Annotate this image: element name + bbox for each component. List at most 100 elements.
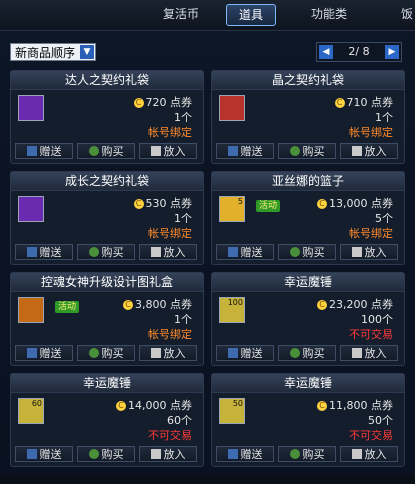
cart-icon xyxy=(150,247,161,257)
item-title: 亚丝娜的篮子 xyxy=(212,172,404,191)
event-badge: 活动 xyxy=(256,200,280,212)
gift-button[interactable]: 赠送 xyxy=(15,244,73,260)
item-price: C 14,000 点券 xyxy=(116,397,192,413)
sort-bar: 新商品顺序 ▼ ◀ 2/ 8 ▶ xyxy=(0,30,415,66)
coin-icon: C xyxy=(116,401,126,411)
footer-bar xyxy=(0,474,415,484)
item-thumbnail: 60 xyxy=(18,398,44,424)
gift-icon xyxy=(227,146,238,156)
item-qty: 5个 xyxy=(375,212,393,225)
item-tag: 帐号绑定 xyxy=(148,227,192,240)
buy-button[interactable]: 购买 xyxy=(278,446,336,462)
buy-icon xyxy=(289,146,300,156)
buy-icon xyxy=(88,348,99,358)
gift-button[interactable]: 赠送 xyxy=(15,143,73,159)
item-tag: 帐号绑定 xyxy=(148,126,192,139)
buy-button[interactable]: 购买 xyxy=(77,143,135,159)
buy-icon xyxy=(289,247,300,257)
buy-button[interactable]: 购买 xyxy=(77,345,135,361)
item-thumbnail xyxy=(18,196,44,222)
put-button[interactable]: 放入 xyxy=(139,345,197,361)
next-page-icon[interactable]: ▶ xyxy=(385,45,399,59)
buy-icon xyxy=(289,348,300,358)
buy-button[interactable]: 购买 xyxy=(278,244,336,260)
buy-button[interactable]: 购买 xyxy=(278,345,336,361)
buy-button[interactable]: 购买 xyxy=(278,143,336,159)
item-price: C 720 点券 xyxy=(133,94,192,110)
item-title: 控魂女神升级设计图礼盒 xyxy=(11,273,203,292)
item-card-2[interactable]: 晶之契约礼袋 C 710 点券 1个 帐号绑定 赠送 购买 放入 xyxy=(211,70,405,164)
cart-icon xyxy=(150,348,161,358)
tab-items[interactable]: 道具 xyxy=(226,4,276,26)
gift-button[interactable]: 赠送 xyxy=(216,143,274,159)
gift-button[interactable]: 赠送 xyxy=(216,345,274,361)
item-qty: 1个 xyxy=(174,111,192,124)
cart-icon xyxy=(150,146,161,156)
gift-icon xyxy=(26,146,37,156)
coin-icon: C xyxy=(133,98,144,108)
item-price: C 23,200 点券 xyxy=(317,296,393,312)
thumb-count: 5 xyxy=(237,197,243,206)
tab-function[interactable]: 功能类 xyxy=(300,4,358,24)
item-qty: 60个 xyxy=(167,414,192,427)
thumb-count: 50 xyxy=(232,399,243,408)
event-badge: 活动 xyxy=(55,301,79,313)
gift-button[interactable]: 赠送 xyxy=(216,446,274,462)
item-title: 成长之契约礼袋 xyxy=(11,172,203,191)
item-card-6[interactable]: 幸运魔锤 100 C 23,200 点券 100个 不可交易 赠送 购买 放入 xyxy=(211,272,405,366)
item-card-5[interactable]: 控魂女神升级设计图礼盒 活动 C 3,800 点券 1个 帐号绑定 赠送 购买 放… xyxy=(10,272,204,366)
item-thumbnail xyxy=(18,95,44,121)
item-tag: 帐号绑定 xyxy=(148,328,192,341)
item-price: C 13,000 点券 xyxy=(317,195,393,211)
item-tag: 不可交易 xyxy=(349,429,393,442)
item-title: 幸运魔锤 xyxy=(212,374,404,393)
item-price: C 530 点券 xyxy=(133,195,192,211)
prev-page-icon[interactable]: ◀ xyxy=(319,45,333,59)
put-button[interactable]: 放入 xyxy=(340,244,398,260)
item-tag: 不可交易 xyxy=(148,429,192,442)
chevron-down-icon[interactable]: ▼ xyxy=(80,45,94,59)
sort-dropdown[interactable]: 新商品顺序 ▼ xyxy=(10,43,96,61)
thumb-count: 100 xyxy=(227,298,243,307)
tab-revive-coin[interactable]: 复活币 xyxy=(152,4,210,24)
gift-icon xyxy=(26,449,37,459)
item-price: C 11,800 点券 xyxy=(317,397,393,413)
cart-icon xyxy=(351,146,362,156)
coin-icon: C xyxy=(123,300,133,310)
tab-more[interactable]: 饭 xyxy=(392,4,415,24)
buy-button[interactable]: 购买 xyxy=(77,244,135,260)
item-thumbnail xyxy=(219,95,245,121)
item-card-8[interactable]: 幸运魔锤 50 C 11,800 点券 50个 不可交易 赠送 购买 放入 xyxy=(211,373,405,467)
item-card-1[interactable]: 达人之契约礼袋 C 720 点券 1个 帐号绑定 赠送 购买 放入 xyxy=(10,70,204,164)
shop-window: 复活币 道具 功能类 饭 新商品顺序 ▼ ◀ 2/ 8 ▶ 达人之契约礼袋 C7… xyxy=(0,0,415,484)
put-button[interactable]: 放入 xyxy=(139,244,197,260)
item-thumbnail: 100 xyxy=(219,297,245,323)
put-button[interactable]: 放入 xyxy=(340,345,398,361)
item-thumbnail xyxy=(18,297,44,323)
item-title: 达人之契约礼袋 xyxy=(11,71,203,90)
cart-icon xyxy=(351,348,362,358)
put-button[interactable]: 放入 xyxy=(340,143,398,159)
coin-icon: C xyxy=(334,98,345,108)
coin-icon: C xyxy=(317,300,327,310)
coin-icon: C xyxy=(133,199,144,209)
buy-button[interactable]: 购买 xyxy=(77,446,135,462)
sort-label: 新商品顺序 xyxy=(15,46,76,60)
put-button[interactable]: 放入 xyxy=(340,446,398,462)
put-button[interactable]: 放入 xyxy=(139,143,197,159)
buy-icon xyxy=(88,146,99,156)
gift-button[interactable]: 赠送 xyxy=(216,244,274,260)
put-button[interactable]: 放入 xyxy=(139,446,197,462)
buy-icon xyxy=(289,449,300,459)
cart-icon xyxy=(351,449,362,459)
pager: ◀ 2/ 8 ▶ xyxy=(316,42,402,62)
item-qty: 1个 xyxy=(375,111,393,124)
gift-button[interactable]: 赠送 xyxy=(15,345,73,361)
item-price: C 710 点券 xyxy=(334,94,393,110)
gift-icon xyxy=(26,348,37,358)
item-card-7[interactable]: 幸运魔锤 60 C 14,000 点券 60个 不可交易 赠送 购买 放入 xyxy=(10,373,204,467)
gift-button[interactable]: 赠送 xyxy=(15,446,73,462)
item-price: C 3,800 点券 xyxy=(123,296,192,312)
item-card-3[interactable]: 成长之契约礼袋 C 530 点券 1个 帐号绑定 赠送 购买 放入 xyxy=(10,171,204,265)
item-card-4[interactable]: 亚丝娜的篮子 5 活动 C 13,000 点券 5个 帐号绑定 赠送 购买 放入 xyxy=(211,171,405,265)
